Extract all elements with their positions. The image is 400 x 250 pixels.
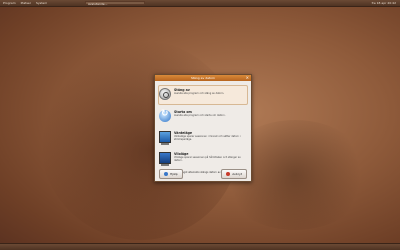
system-tray: fre 18 apr 20:42 <box>372 0 396 6</box>
option-restart[interactable]: Starta om Avsluta alla program och start… <box>159 108 247 126</box>
option-shutdown[interactable]: Stäng av Avsluta alla program och stäng … <box>158 85 248 105</box>
dialog-content: Stäng av Avsluta alla program och stäng … <box>155 81 251 168</box>
hibernate-icon <box>159 152 171 166</box>
restart-icon <box>159 109 171 122</box>
close-icon[interactable]: × <box>246 75 249 81</box>
top-panel: Program Platser System Avslutande... fre… <box>0 0 400 7</box>
panel-menu: Program Platser System <box>0 0 47 6</box>
bottom-panel <box>0 243 400 250</box>
taskbar-window-button[interactable]: Avslutande... <box>85 1 145 6</box>
option-sleep[interactable]: Vänteläge Vänteläge sparar sessionen i m… <box>159 129 247 147</box>
dialog-titlebar[interactable]: Stäng av datorn × <box>155 75 251 81</box>
cancel-icon <box>226 172 231 176</box>
clock[interactable]: fre 18 apr 20:42 <box>372 0 396 6</box>
sleep-icon <box>159 131 171 145</box>
power-icon <box>159 88 171 100</box>
dialog-buttons: Hjälp Avbryt <box>159 169 247 179</box>
cancel-label: Avbryt <box>232 171 242 176</box>
shutdown-dialog: Stäng av datorn × Stäng av Avsluta alla … <box>154 74 252 182</box>
dialog-title: Stäng av datorn <box>190 76 216 80</box>
help-button[interactable]: Hjälp <box>159 169 183 179</box>
help-label: Hjälp <box>170 171 178 176</box>
cancel-button[interactable]: Avbryt <box>221 169 247 179</box>
option-desc: Viloläge sparar sessionen på hårddisken … <box>174 156 241 162</box>
option-desc: Avsluta alla program och stäng av datorn… <box>174 92 225 95</box>
option-desc: Avsluta alla program och starta om dator… <box>174 114 226 117</box>
help-icon <box>164 172 168 176</box>
menu-program[interactable]: Program <box>3 0 16 6</box>
menu-system[interactable]: System <box>36 0 47 6</box>
option-hibernate[interactable]: Viloläge Viloläge sparar sessionen på hå… <box>159 150 247 168</box>
menu-platser[interactable]: Platser <box>21 0 31 6</box>
option-desc: Vänteläge sparar sessionen i minnet och … <box>174 135 241 141</box>
